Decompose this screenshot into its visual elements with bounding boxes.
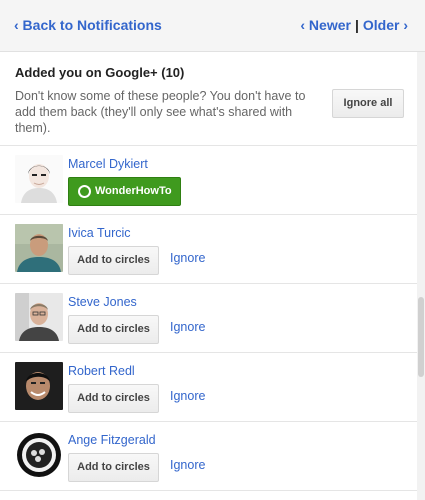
ignore-link[interactable]: Ignore xyxy=(170,320,205,334)
person-row: Steve Jones Add to circles Ignore xyxy=(0,284,425,353)
add-to-circles-button[interactable]: Add to circles xyxy=(68,246,159,275)
person-name[interactable]: Steve Jones xyxy=(68,295,137,309)
add-to-circles-button[interactable]: Add to circles xyxy=(68,453,159,482)
person-row: Ange Fitzgerald Add to circles Ignore xyxy=(0,422,425,491)
person-name[interactable]: Ivica Turcic xyxy=(68,226,131,240)
avatar xyxy=(15,293,63,341)
ignore-all-button[interactable]: Ignore all xyxy=(332,89,404,118)
ignore-link[interactable]: Ignore xyxy=(170,458,205,472)
person-name[interactable]: Marcel Dykiert xyxy=(68,157,148,171)
avatar xyxy=(15,155,63,203)
person-name[interactable]: Ange Fitzgerald xyxy=(68,433,156,447)
person-row: Ivica Turcic Add to circles Ignore xyxy=(0,215,425,284)
newer-link[interactable]: ‹ Newer xyxy=(300,17,351,33)
pager: ‹ Newer | Older › xyxy=(300,17,408,33)
wonderhowto-circle-button[interactable]: WonderHowTo xyxy=(68,177,181,206)
pager-separator: | xyxy=(354,17,359,33)
ignore-link[interactable]: Ignore xyxy=(170,389,205,403)
avatar xyxy=(15,362,63,410)
circle-ring-icon xyxy=(78,185,91,198)
added-you-section-header: Added you on Google+ (10) Don't know som… xyxy=(0,52,425,146)
scrollbar[interactable] xyxy=(417,52,425,500)
section-title: Added you on Google+ (10) xyxy=(15,65,185,80)
older-link[interactable]: Older › xyxy=(363,17,408,33)
add-to-circles-button[interactable]: Add to circles xyxy=(68,384,159,413)
person-row: Robert Redl Add to circles Ignore xyxy=(0,353,425,422)
person-row: Marcel Dykiert WonderHowTo xyxy=(0,146,425,215)
ignore-link[interactable]: Ignore xyxy=(170,251,205,265)
scrollbar-thumb[interactable] xyxy=(418,297,424,377)
circle-button-label: WonderHowTo xyxy=(95,185,172,197)
back-to-notifications-link[interactable]: ‹ Back to Notifications xyxy=(14,17,162,33)
person-name[interactable]: Robert Redl xyxy=(68,364,135,378)
top-navigation-bar: ‹ Back to Notifications ‹ Newer | Older › xyxy=(0,0,425,52)
add-to-circles-button[interactable]: Add to circles xyxy=(68,315,159,344)
section-description: Don't know some of these people? You don… xyxy=(15,89,306,135)
avatar xyxy=(15,431,63,479)
avatar xyxy=(15,224,63,272)
